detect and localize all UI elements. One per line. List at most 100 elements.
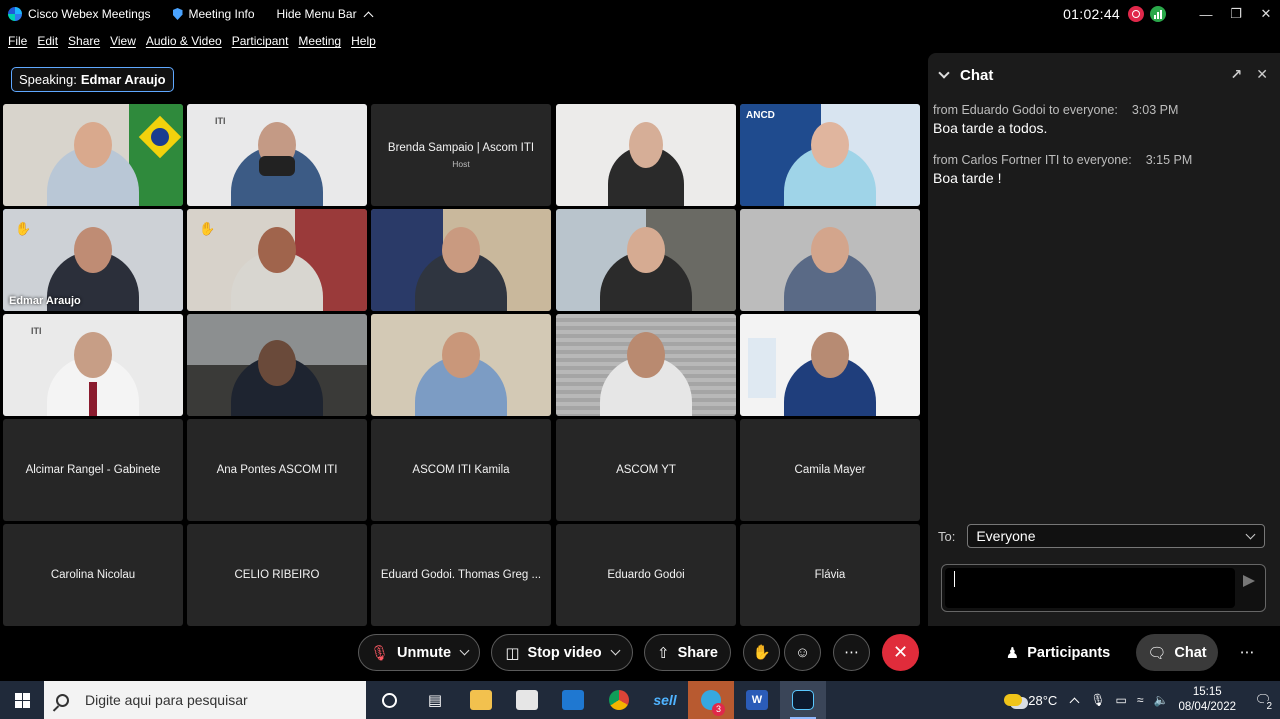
participants-button[interactable]: ♟ Participants [998, 634, 1118, 671]
participant-tile[interactable]: Ana Pontes ASCOM ITI [187, 419, 367, 521]
iti-logo: ITI [215, 116, 226, 126]
hide-menu-bar-button[interactable]: Hide Menu Bar [277, 7, 374, 21]
mail-button[interactable] [550, 681, 596, 719]
recording-icon[interactable] [1128, 6, 1144, 22]
clock-time: 15:15 [1192, 686, 1222, 698]
video-tile[interactable] [740, 209, 920, 311]
menu-edit[interactable]: Edit [37, 34, 58, 48]
stop-video-button[interactable]: ◫ Stop video [491, 634, 633, 671]
taskbar-search-input[interactable]: Digite aqui para pesquisar [44, 681, 366, 719]
participant-tile[interactable]: ASCOM YT [556, 419, 736, 521]
chat-message: from Eduardo Godoi to everyone: 3:03 PM B… [928, 103, 1280, 136]
video-tile[interactable] [371, 209, 551, 311]
chrome-button[interactable] [596, 681, 642, 719]
weather-temperature[interactable]: 28°C [1028, 693, 1057, 708]
menu-view[interactable]: View [110, 34, 136, 48]
wifi-icon[interactable]: ≈ [1137, 693, 1144, 707]
video-tile[interactable]: ITI [187, 104, 367, 206]
network-health-icon[interactable] [1150, 6, 1166, 22]
cortana-button[interactable] [366, 681, 412, 719]
menu-bar: File Edit Share View Audio & Video Parti… [0, 30, 378, 52]
participant-tile[interactable]: ASCOM ITI Kamila [371, 419, 551, 521]
participant-name: Alcimar Rangel - Gabinete [25, 464, 161, 476]
menu-meeting[interactable]: Meeting [298, 34, 341, 48]
title-bar: Cisco Webex Meetings Meeting Info Hide M… [0, 0, 1280, 28]
participant-name: ASCOM YT [616, 464, 676, 476]
send-icon[interactable] [1243, 575, 1255, 587]
chat-message-input[interactable] [941, 564, 1266, 612]
participant-tile[interactable]: Eduard Godoi. Thomas Greg ... [371, 524, 551, 626]
more-dots-icon: ⋯ [1239, 644, 1255, 661]
panel-options-button[interactable]: ⋯ [1232, 634, 1262, 671]
pop-out-icon[interactable]: ↗ [1231, 66, 1243, 83]
video-tile[interactable] [187, 314, 367, 416]
video-tile[interactable] [556, 314, 736, 416]
menu-help[interactable]: Help [351, 34, 376, 48]
microphone-icon[interactable]: 🎙 [1090, 693, 1105, 707]
meeting-info-button[interactable]: Meeting Info [172, 7, 255, 21]
menu-participant[interactable]: Participant [232, 34, 289, 48]
participant-tile[interactable]: Carolina Nicolau [3, 524, 183, 626]
collapse-chevron-icon[interactable] [938, 67, 950, 79]
raise-hand-button[interactable]: ✋ [743, 634, 780, 671]
participant-tile[interactable]: Eduardo Godoi [556, 524, 736, 626]
minimize-icon[interactable]: — [1192, 0, 1220, 28]
close-window-icon[interactable]: ✕ [1252, 0, 1280, 28]
chat-title: Chat [960, 66, 994, 84]
share-button[interactable]: ⇧ Share [644, 634, 731, 671]
chat-button[interactable]: 🗨 Chat [1136, 634, 1218, 671]
leave-meeting-button[interactable]: ✕ [882, 634, 919, 671]
video-tile[interactable]: ITI [3, 314, 183, 416]
video-tile-brenda[interactable]: Brenda Sampaio | Ascom ITI Host [371, 104, 551, 206]
participant-tile[interactable]: Camila Mayer [740, 419, 920, 521]
chevron-down-icon[interactable] [610, 645, 621, 656]
chevron-down-icon[interactable] [459, 645, 470, 656]
unmute-button[interactable]: 🎙 Unmute [358, 634, 480, 671]
windows-start-button[interactable] [0, 681, 44, 719]
word-button[interactable]: W [734, 681, 780, 719]
video-tile[interactable]: ANCD [740, 104, 920, 206]
windows-taskbar: Digite aqui para pesquisar ▤ sell 3 W 28… [0, 681, 1280, 719]
text-caret [954, 571, 955, 587]
participant-tile[interactable]: Alcimar Rangel - Gabinete [3, 419, 183, 521]
reactions-button[interactable]: ☺ [784, 634, 821, 671]
word-icon: W [746, 690, 768, 710]
chevron-down-icon [1245, 529, 1256, 540]
more-options-button[interactable]: ⋯ [833, 634, 870, 671]
video-tile-active-speaker[interactable]: ✋ Edmar Araujo [3, 209, 183, 311]
participant-tile[interactable]: Flávia [740, 524, 920, 626]
task-view-button[interactable]: ▤ [412, 681, 458, 719]
raise-hand-icon: ✋ [199, 221, 216, 236]
battery-icon[interactable]: ▭ [1116, 693, 1127, 707]
menu-share[interactable]: Share [68, 34, 100, 48]
video-tile[interactable] [556, 104, 736, 206]
video-tile[interactable] [740, 314, 920, 416]
message-text: Boa tarde a todos. [933, 120, 1048, 136]
sell-app-button[interactable]: sell [642, 681, 688, 719]
chat-header: Chat ↗ ✕ [928, 53, 1280, 97]
volume-icon[interactable]: 🔈 [1153, 693, 1168, 707]
video-tile[interactable]: ✋ [187, 209, 367, 311]
weather-icon[interactable] [1004, 694, 1023, 706]
speaking-label: Speaking: [19, 72, 77, 87]
store-button[interactable] [504, 681, 550, 719]
chevron-up-icon[interactable] [1069, 697, 1080, 707]
clock-date: 08/04/2022 [1178, 701, 1236, 713]
participant-tile[interactable]: CELIO RIBEIRO [187, 524, 367, 626]
taskbar-clock[interactable]: 15:15 08/04/2022 [1178, 685, 1236, 715]
telegram-button[interactable]: 3 [688, 681, 734, 719]
chat-message: from Carlos Fortner ITI to everyone: 3:15… [928, 153, 1280, 186]
video-tile[interactable] [3, 104, 183, 206]
webex-taskbar-button[interactable] [780, 681, 826, 719]
recipient-select[interactable]: Everyone [967, 524, 1266, 548]
notification-center-button[interactable]: 🗨 2 [1246, 692, 1280, 712]
app-title[interactable]: Cisco Webex Meetings [8, 7, 151, 21]
store-bag-icon [516, 690, 538, 710]
menu-audio-video[interactable]: Audio & Video [146, 34, 222, 48]
restore-icon[interactable]: ❐ [1222, 0, 1250, 28]
video-tile[interactable] [556, 209, 736, 311]
menu-file[interactable]: File [8, 34, 27, 48]
file-explorer-button[interactable] [458, 681, 504, 719]
close-icon[interactable]: ✕ [1256, 66, 1268, 83]
video-tile[interactable] [371, 314, 551, 416]
